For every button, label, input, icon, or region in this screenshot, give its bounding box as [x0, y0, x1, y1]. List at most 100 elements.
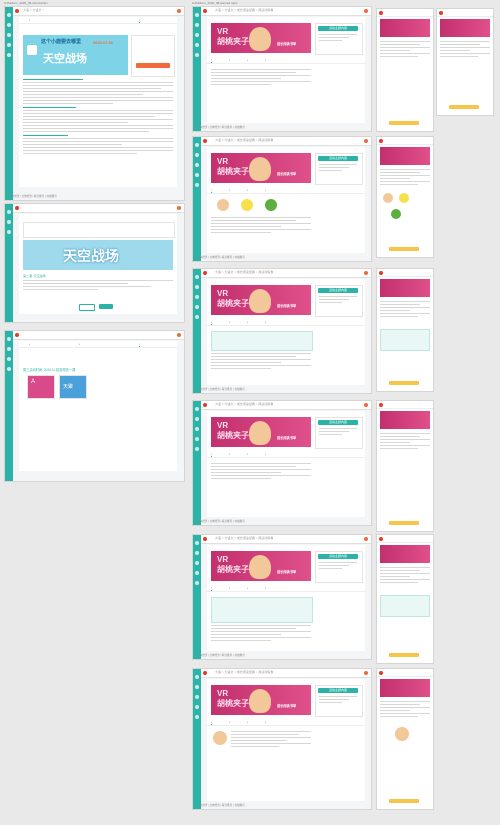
user-icon[interactable]	[195, 53, 199, 57]
tab-c[interactable]: •	[247, 188, 248, 192]
user-icon[interactable]	[195, 581, 199, 585]
calendar-icon[interactable]	[195, 33, 199, 37]
breadcrumb[interactable]: 大语 > 大语文 > 成长阅读经典 > 阅读训练卷	[215, 670, 273, 674]
book-icon[interactable]	[195, 417, 199, 421]
tab-b[interactable]: •	[229, 452, 230, 456]
breadcrumb[interactable]: 大语 > 大语文 > 成长阅读经典 > 阅读训练卷	[215, 536, 273, 540]
avatar[interactable]	[177, 9, 181, 13]
tab-c[interactable]: •	[247, 58, 248, 62]
breadcrumb[interactable]: 大语 > 大语文 > 成长阅读经典 > 阅读训练卷	[215, 402, 273, 406]
tab-overview[interactable]: •	[29, 18, 30, 22]
tab-d[interactable]: •	[265, 586, 266, 590]
book-icon[interactable]	[195, 153, 199, 157]
bulb-yellow-icon[interactable]	[399, 193, 409, 203]
home-icon[interactable]	[195, 675, 199, 679]
user-icon[interactable]	[195, 447, 199, 451]
breadcrumb[interactable]: 大语 > 大语文 > 成长阅读经典 > 阅读训练卷	[215, 8, 273, 12]
tab-c[interactable]: •	[247, 320, 248, 324]
next-button[interactable]	[99, 304, 113, 309]
tab-1[interactable]: •	[29, 342, 30, 346]
book-icon[interactable]	[7, 220, 11, 224]
book-icon[interactable]	[195, 23, 199, 27]
tab-d[interactable]: •	[265, 58, 266, 62]
avatar-a[interactable]	[217, 199, 229, 211]
avatar[interactable]	[364, 9, 368, 13]
tab-c[interactable]: •	[247, 720, 248, 724]
star-icon[interactable]	[195, 437, 199, 441]
star-icon[interactable]	[195, 705, 199, 709]
side-card-title[interactable]: 活动主题内容	[318, 26, 358, 31]
tab-3[interactable]: •	[139, 342, 141, 347]
star-icon[interactable]	[195, 43, 199, 47]
tab-d[interactable]: •	[265, 188, 266, 192]
tab-d[interactable]: •	[265, 720, 266, 724]
tab-a[interactable]: •	[211, 58, 213, 63]
side-card-title[interactable]: 活动主题内容	[318, 288, 358, 293]
course-card-1[interactable]: A	[27, 375, 55, 399]
calendar-icon[interactable]	[7, 357, 11, 361]
avatar[interactable]	[364, 403, 368, 407]
answer-box[interactable]	[211, 597, 313, 623]
home-icon[interactable]	[7, 13, 11, 17]
user-icon[interactable]	[195, 715, 199, 719]
avatar-a[interactable]	[383, 193, 393, 203]
calendar-icon[interactable]	[7, 33, 11, 37]
user-icon[interactable]	[195, 183, 199, 187]
tab-c[interactable]: •	[247, 452, 248, 456]
calendar-icon[interactable]	[195, 163, 199, 167]
tab-2[interactable]: •	[79, 342, 80, 346]
book-icon[interactable]	[195, 285, 199, 289]
book-icon[interactable]	[7, 347, 11, 351]
avatar[interactable]	[364, 139, 368, 143]
star-icon[interactable]	[195, 305, 199, 309]
side-card-title[interactable]: 活动主题内容	[318, 420, 358, 425]
tab-a[interactable]: •	[211, 586, 213, 591]
calendar-icon[interactable]	[195, 295, 199, 299]
home-icon[interactable]	[7, 210, 11, 214]
book-icon[interactable]	[7, 23, 11, 27]
tab-b[interactable]: •	[229, 586, 230, 590]
side-card-title[interactable]: 活动主题内容	[318, 688, 358, 693]
calendar-icon[interactable]	[195, 695, 199, 699]
bulb-yellow-icon[interactable]	[241, 199, 253, 211]
book-icon[interactable]	[195, 551, 199, 555]
tree-green-icon[interactable]	[265, 199, 277, 211]
tab-b[interactable]: •	[229, 58, 230, 62]
home-icon[interactable]	[195, 541, 199, 545]
avatar[interactable]	[177, 206, 181, 210]
avatar[interactable]	[177, 333, 181, 337]
tab-a[interactable]: •	[211, 188, 213, 193]
side-card-title[interactable]: 活动主题内容	[318, 554, 358, 559]
home-icon[interactable]	[7, 337, 11, 341]
breadcrumb[interactable]: 大语 > 大语文 > 成长阅读经典 > 阅读训练卷	[215, 270, 273, 274]
mobile-message-box[interactable]	[380, 595, 430, 617]
book-icon[interactable]	[195, 685, 199, 689]
star-icon[interactable]	[195, 173, 199, 177]
tab-b[interactable]: •	[229, 720, 230, 724]
star-icon[interactable]	[195, 571, 199, 575]
star-icon[interactable]	[7, 43, 11, 47]
home-icon[interactable]	[195, 407, 199, 411]
home-icon[interactable]	[195, 143, 199, 147]
avatar[interactable]	[364, 271, 368, 275]
breadcrumb[interactable]: 大语 > 大语文 >	[23, 8, 44, 12]
tab-b[interactable]: •	[229, 188, 230, 192]
user-icon[interactable]	[7, 53, 11, 57]
home-icon[interactable]	[195, 275, 199, 279]
tab-d[interactable]: •	[265, 320, 266, 324]
user-icon[interactable]	[195, 315, 199, 319]
calendar-icon[interactable]	[195, 427, 199, 431]
tab-a[interactable]: •	[211, 320, 213, 325]
avatar[interactable]	[364, 537, 368, 541]
tab-b[interactable]: •	[229, 320, 230, 324]
breadcrumb[interactable]: 大语 > 大语文 > 成长阅读经典 > 阅读训练卷	[215, 138, 273, 142]
home-icon[interactable]	[195, 13, 199, 17]
tab-a[interactable]: •	[211, 720, 213, 725]
tab-active[interactable]: •	[139, 18, 141, 23]
avatar[interactable]	[364, 671, 368, 675]
mobile-message-box[interactable]	[380, 329, 430, 351]
tab-a[interactable]: •	[211, 452, 213, 457]
tree-green-icon[interactable]	[391, 209, 401, 219]
prev-button[interactable]	[79, 304, 95, 311]
calendar-icon[interactable]	[195, 561, 199, 565]
